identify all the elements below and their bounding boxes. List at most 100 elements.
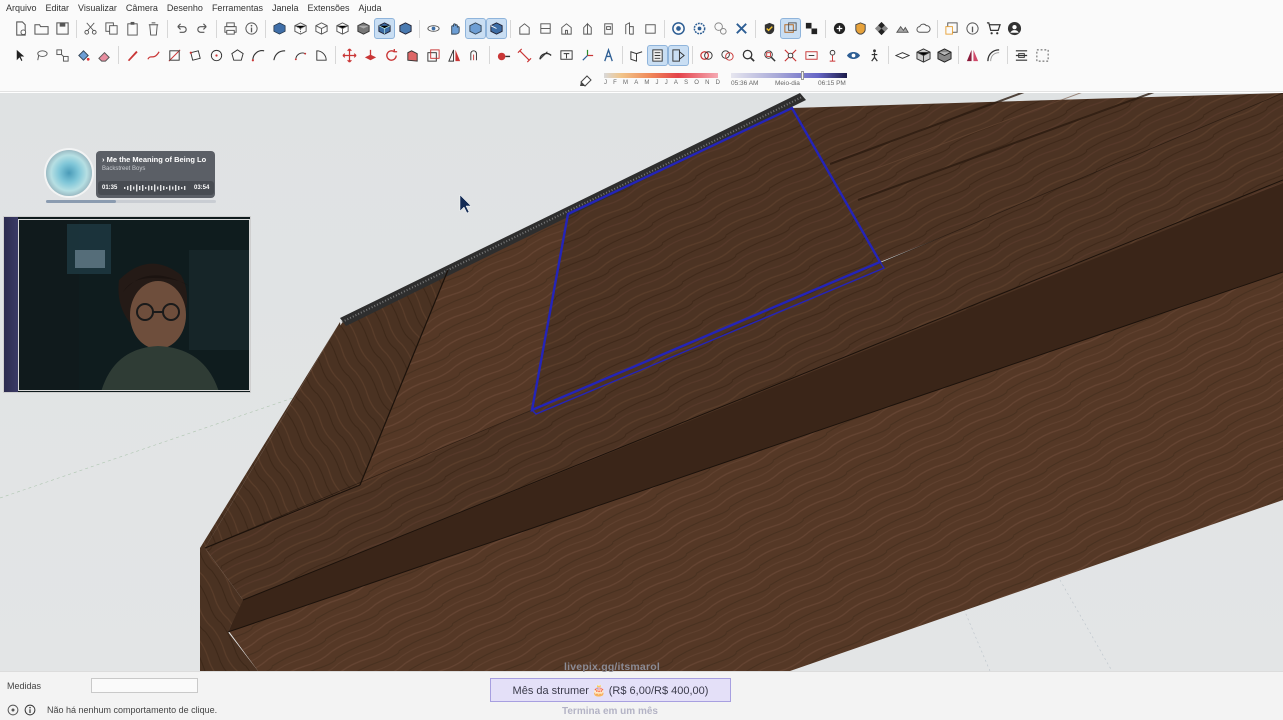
menu-arquivo[interactable]: Arquivo (6, 3, 37, 13)
three-point-arc-button[interactable] (290, 45, 311, 66)
cut-button[interactable] (80, 18, 101, 39)
arc-tool-button[interactable] (248, 45, 269, 66)
time-slider[interactable] (731, 73, 847, 78)
right-view-button[interactable] (577, 18, 598, 39)
offset-tool-button[interactable] (465, 45, 486, 66)
menu-ferramentas[interactable]: Ferramentas (212, 3, 263, 13)
mirror-button[interactable] (962, 45, 983, 66)
intersect-button[interactable] (717, 45, 738, 66)
trimble-connect-button[interactable] (850, 18, 871, 39)
two-point-arc-button[interactable] (269, 45, 290, 66)
paste-button[interactable] (122, 18, 143, 39)
tape-measure-button[interactable] (493, 45, 514, 66)
lasso-button[interactable] (31, 45, 52, 66)
section-plane-button[interactable] (647, 44, 668, 66)
warehouse-button[interactable] (668, 18, 689, 39)
redo-button[interactable] (192, 18, 213, 39)
front-view-button[interactable] (556, 18, 577, 39)
menu-extensoes[interactable]: Extensões (308, 3, 350, 13)
menu-visualizar[interactable]: Visualizar (78, 3, 117, 13)
box-component-button[interactable] (913, 45, 934, 66)
save-button[interactable] (52, 18, 73, 39)
add-location-button[interactable] (829, 18, 850, 39)
text-tool-button[interactable] (556, 45, 577, 66)
zoom-view-button[interactable] (465, 18, 486, 39)
account-button[interactable] (1004, 18, 1025, 39)
3d-text-button[interactable] (598, 45, 619, 66)
rectangle-tool-button[interactable] (164, 45, 185, 66)
layout-button[interactable] (1011, 45, 1032, 66)
terrain-button[interactable] (892, 18, 913, 39)
perspective-button[interactable] (486, 18, 507, 39)
photo-texture-button[interactable] (871, 18, 892, 39)
shaded-button[interactable] (353, 18, 374, 39)
cloud-button[interactable] (913, 18, 934, 39)
dimension-button[interactable] (514, 45, 535, 66)
components-button[interactable] (689, 18, 710, 39)
bottom-view-button[interactable] (640, 18, 661, 39)
undo-button[interactable] (171, 18, 192, 39)
erase-button[interactable] (143, 18, 164, 39)
zoom-tool-button[interactable] (738, 45, 759, 66)
position-camera-button[interactable] (822, 45, 843, 66)
menu-camera[interactable]: Câmera (126, 3, 158, 13)
circle-tool-button[interactable] (206, 45, 227, 66)
component-attributes-button[interactable] (962, 18, 983, 39)
flip-along-button[interactable] (626, 45, 647, 66)
tools-x-button[interactable] (731, 18, 752, 39)
protractor-button[interactable] (535, 45, 556, 66)
monochrome-button[interactable] (395, 18, 416, 39)
menu-desenho[interactable]: Desenho (167, 3, 203, 13)
print-button[interactable] (220, 18, 241, 39)
model-info-button[interactable] (241, 18, 262, 39)
push-pull-button[interactable] (360, 45, 381, 66)
box-shaded-button[interactable] (934, 45, 955, 66)
copy-button[interactable] (101, 18, 122, 39)
follow-me-button[interactable] (402, 45, 423, 66)
top-view-button[interactable] (535, 18, 556, 39)
time-slider-thumb[interactable] (801, 71, 804, 80)
select-tool-button[interactable] (10, 45, 31, 66)
component-tool-button[interactable] (52, 45, 73, 66)
zoom-extents-button[interactable] (780, 45, 801, 66)
tag-check-button[interactable] (759, 18, 780, 39)
iso-view-button[interactable] (514, 18, 535, 39)
month-slider[interactable] (604, 73, 718, 78)
xray-style-button[interactable] (269, 18, 290, 39)
flip-button[interactable] (444, 45, 465, 66)
previous-view-button[interactable] (801, 45, 822, 66)
pan-button[interactable] (444, 18, 465, 39)
open-button[interactable] (31, 18, 52, 39)
polygon-tool-button[interactable] (227, 45, 248, 66)
menu-ajuda[interactable]: Ajuda (359, 3, 382, 13)
shaded-textures-button[interactable] (374, 18, 395, 39)
axes-tool-button[interactable] (577, 45, 598, 66)
curve-tool-button[interactable] (983, 45, 1004, 66)
section-toggle-button[interactable] (780, 18, 801, 39)
solid-tools-button[interactable] (892, 45, 913, 66)
pie-tool-button[interactable] (311, 45, 332, 66)
zoom-window-button[interactable] (759, 45, 780, 66)
back-edges-button[interactable] (290, 18, 311, 39)
menu-editar[interactable]: Editar (46, 3, 70, 13)
rotate-tool-button[interactable] (381, 45, 402, 66)
wireframe-button[interactable] (311, 18, 332, 39)
extension-warehouse-button[interactable] (710, 18, 731, 39)
hidden-line-button[interactable] (332, 18, 353, 39)
help-circle-icon[interactable] (7, 704, 19, 716)
line-tool-button[interactable] (122, 45, 143, 66)
move-tool-button[interactable] (339, 45, 360, 66)
rotated-rectangle-button[interactable] (185, 45, 206, 66)
left-view-button[interactable] (619, 18, 640, 39)
orbit-button[interactable] (423, 18, 444, 39)
look-around-button[interactable] (843, 45, 864, 66)
dynamic-components-button[interactable] (941, 18, 962, 39)
walk-button[interactable] (864, 45, 885, 66)
menu-janela[interactable]: Janela (272, 3, 299, 13)
outer-shell-button[interactable] (696, 45, 717, 66)
new-file-button[interactable] (10, 18, 31, 39)
paint-bucket-button[interactable] (73, 45, 94, 66)
section-display-button[interactable] (668, 44, 689, 66)
dashed-select-button[interactable] (1032, 45, 1053, 66)
measures-input[interactable] (91, 678, 198, 693)
